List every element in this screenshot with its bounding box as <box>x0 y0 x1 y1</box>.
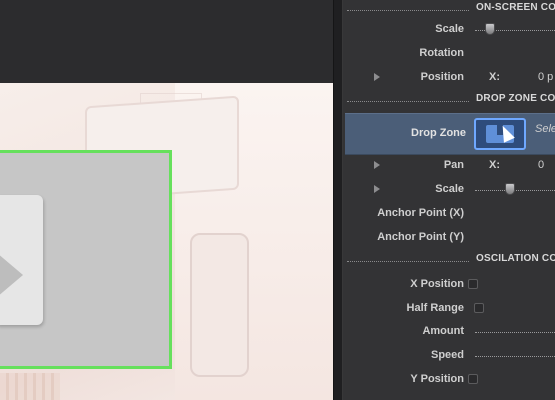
section-onscreen-controls: ON-SCREEN CO <box>343 0 555 20</box>
row-speed: Speed <box>343 345 555 369</box>
anchor-y-label: Anchor Point (Y) <box>377 231 464 243</box>
scale-2-slider[interactable] <box>475 183 555 195</box>
section-divider <box>347 10 469 11</box>
rotation-label: Rotation <box>419 47 464 59</box>
scale-slider-thumb[interactable] <box>485 23 495 35</box>
row-scale-2: Scale <box>343 179 555 203</box>
scale-slider[interactable] <box>475 23 555 35</box>
x-position-label: X Position <box>410 278 464 290</box>
amount-label: Amount <box>422 325 464 337</box>
drop-zone-frame[interactable] <box>0 150 172 369</box>
row-y-position: Y Position <box>343 369 555 393</box>
row-x-position: X Position <box>343 274 555 298</box>
disclosure-triangle-icon[interactable] <box>374 185 380 193</box>
anchor-x-label: Anchor Point (X) <box>377 207 464 219</box>
disclosure-triangle-icon[interactable] <box>374 73 380 81</box>
drop-zone-label: Drop Zone <box>411 127 466 139</box>
section-divider <box>347 261 469 262</box>
disclosure-triangle-icon[interactable] <box>374 161 380 169</box>
y-position-checkbox[interactable] <box>468 374 478 384</box>
section-dropzone-controls: DROP ZONE CO <box>343 91 555 111</box>
row-pan: Pan X: 0 <box>343 155 555 179</box>
pan-label: Pan <box>443 159 464 171</box>
amount-slider[interactable] <box>475 332 555 333</box>
row-drop-zone: Drop Zone Sele <box>345 113 555 155</box>
speed-label: Speed <box>430 349 464 361</box>
section-oscillation-controls: OSCILATION CO <box>343 251 555 271</box>
row-anchor-y: Anchor Point (Y) <box>343 227 555 251</box>
row-half-range: Half Range <box>343 298 555 322</box>
panel-divider[interactable] <box>333 0 343 400</box>
half-range-label: Half Range <box>406 302 464 314</box>
pan-x-label: X: <box>489 159 500 171</box>
x-position-checkbox[interactable] <box>468 279 478 289</box>
row-scale: Scale <box>343 19 555 43</box>
half-range-checkbox[interactable] <box>474 303 484 313</box>
drop-zone-select-hint: Sele <box>535 123 555 135</box>
y-position-label: Y Position <box>410 373 464 385</box>
photo-monitor-stand <box>190 233 249 377</box>
section-title: ON-SCREEN CO <box>476 2 555 13</box>
section-divider <box>347 101 469 102</box>
section-title: OSCILATION CO <box>476 253 555 264</box>
arrow-icon <box>0 253 23 297</box>
scale-label: Scale <box>435 23 464 35</box>
position-x-label: X: <box>489 71 500 83</box>
speed-slider[interactable] <box>475 356 555 357</box>
position-label: Position <box>420 71 464 83</box>
row-anchor-x: Anchor Point (X) <box>343 203 555 227</box>
row-amount: Amount <box>343 321 555 345</box>
photo-shelf <box>0 373 60 400</box>
scale-2-label: Scale <box>435 183 464 195</box>
inspector-panel: ON-SCREEN CO Scale Rotation Position X: … <box>343 0 555 400</box>
canvas-viewer <box>0 0 333 400</box>
scale-2-slider-thumb[interactable] <box>505 183 515 195</box>
position-x-value[interactable]: 0 p <box>538 71 553 83</box>
row-rotation: Rotation <box>343 43 555 67</box>
section-title: DROP ZONE CO <box>476 93 555 104</box>
row-position: Position X: 0 p <box>343 67 555 91</box>
pan-x-value[interactable]: 0 <box>538 159 544 171</box>
viewer-background <box>0 0 333 83</box>
